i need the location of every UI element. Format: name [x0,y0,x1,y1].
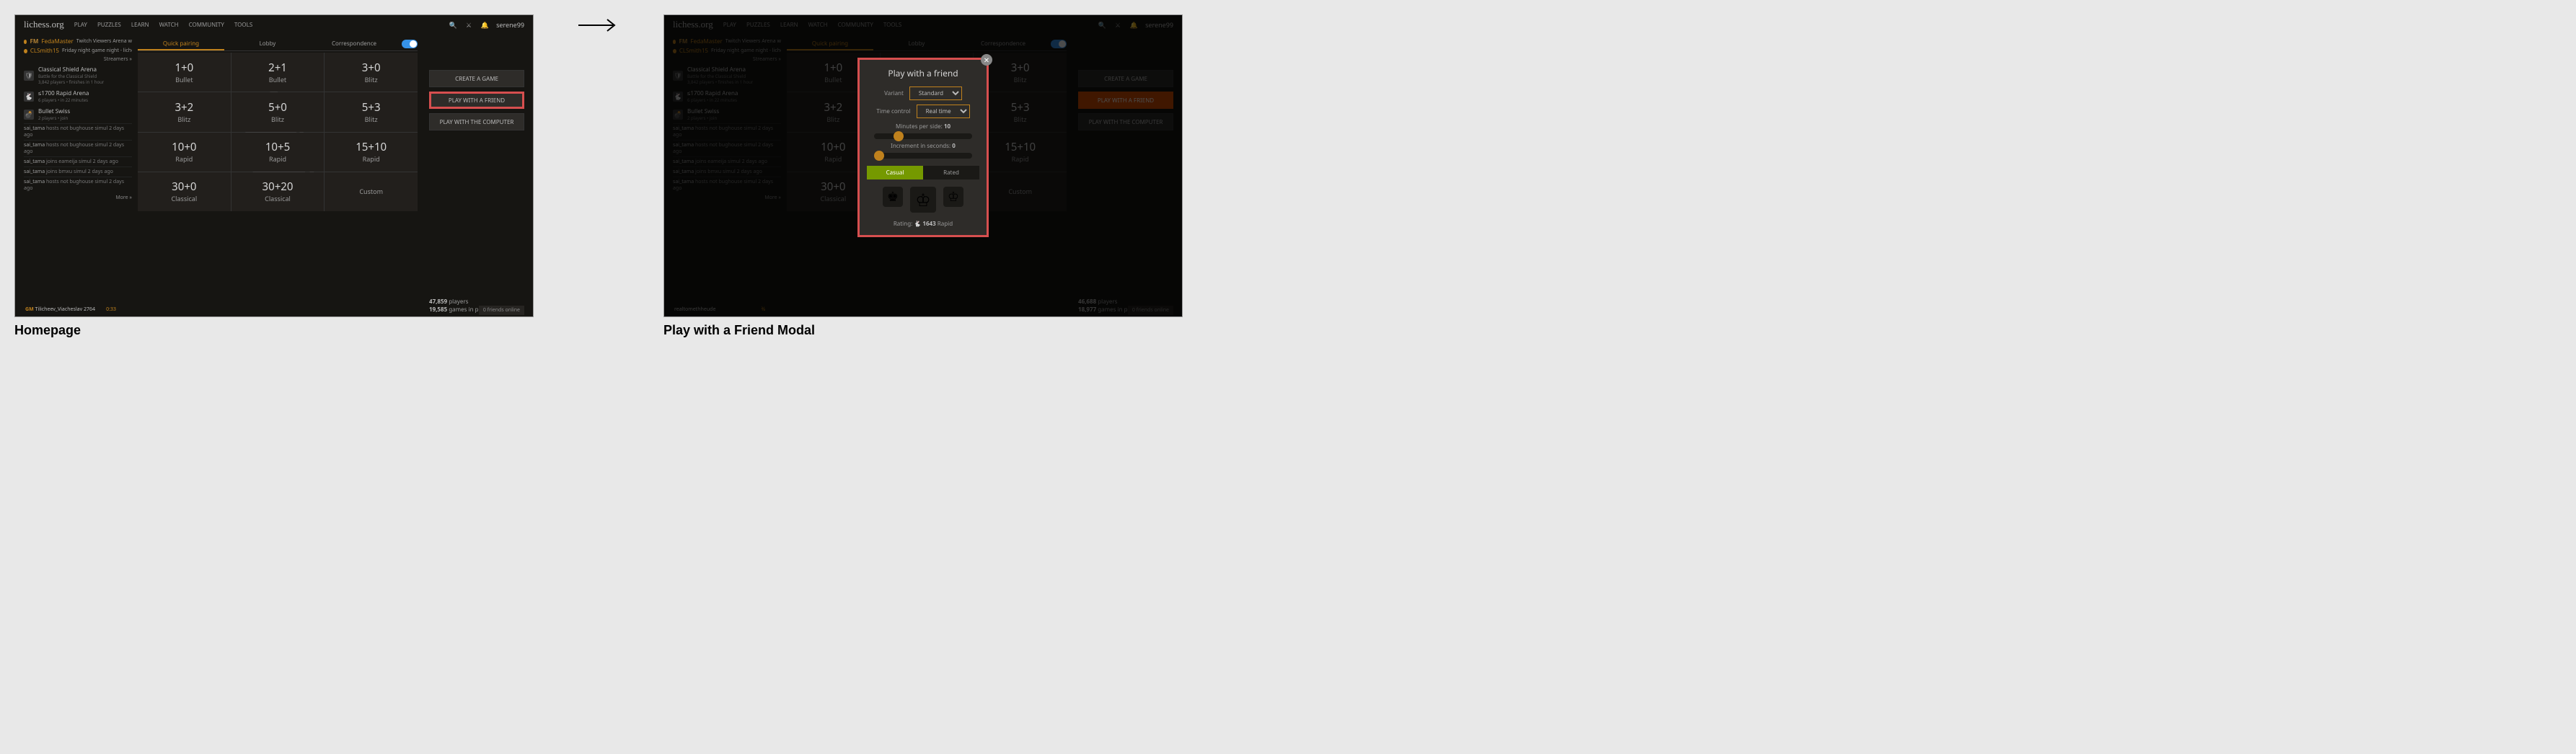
time-cell[interactable]: 30+20Classical [231,172,325,211]
time-cell[interactable]: 1+0Bullet [138,53,231,92]
modal-frame: lichess.org PLAY PUZZLES LEARN WATCH COM… [663,14,1183,317]
logo[interactable]: lichess.org [24,19,64,30]
pool-toggle[interactable] [402,40,418,48]
puzzle-board[interactable]: Puzzle of the day ♚♟♟♟ ♞♙ ♙♔ [431,316,524,317]
friends-widget[interactable]: 0 friends online [479,306,524,315]
time-cell[interactable]: 3+2Blitz [138,92,231,131]
tv-board[interactable]: GM Tilicheev_Viacheslav 27640:33 ♜♝♚ ♟♟♟… [24,316,118,317]
leaderboard-panel: 🏆 LeaderboardMore » GMArka50☗ 30737GMJep… [122,316,272,317]
homepage-frame: lichess.org PLAY PUZZLES LEARN WATCH COM… [14,14,534,317]
nav-puzzles[interactable]: PUZZLES [97,21,121,29]
increment-label: Increment in seconds: 0 [867,142,979,150]
right-column: CREATE A GAME PLAY WITH A FRIEND PLAY WI… [423,37,524,314]
nav-community[interactable]: COMMUNITY [189,21,224,29]
time-cell[interactable]: 10+5Rapid [231,133,325,172]
activity-item[interactable]: sai_tama hosts not bughouse simul 2 days… [24,177,132,193]
bell-icon[interactable]: 🔔 [480,20,489,29]
color-buttons: ♚ ♔ ♔ [867,187,979,213]
puzzle-board[interactable]: Puzzle of the day ♚♟ ♙♔ [1080,316,1173,317]
tab-correspondence[interactable]: Correspondence [311,37,397,50]
rabbit-icon: 🐇 [24,92,34,102]
shield-icon: 🛡 [24,71,34,81]
nav-watch[interactable]: WATCH [159,21,179,29]
center-column: Quick pairing Lobby Correspondence ♞1+0B… [132,37,423,314]
left-column: FM FedaMaster Twitch Viewers Arena with … [24,37,132,314]
streamer-item[interactable]: FM FedaMaster Twitch Viewers Arena with … [24,37,132,46]
casual-button[interactable]: Casual [867,166,923,179]
minutes-slider[interactable] [874,133,972,139]
winners-panel: 🏅 Tournament winnersMore » IMopperwezenY… [276,316,426,317]
time-grid: ♞1+0Bullet2+1Bullet3+0Blitz3+2Blitz5+0Bl… [138,53,418,211]
time-cell[interactable]: 5+3Blitz [325,92,418,131]
live-dot-icon [24,49,27,53]
tv-board[interactable]: realtomethheude¾ ♜♚ ♟♟ ♙♔ [673,316,767,317]
bomb-icon: 💣 [24,110,34,120]
caption-b: Play with a Friend Modal [663,323,1183,338]
nav-learn[interactable]: LEARN [131,21,149,29]
mode-buttons: Casual Rated [867,166,979,179]
time-cell[interactable]: 15+10Rapid [325,133,418,172]
bottom-row: GM Tilicheev_Viacheslav 27640:33 ♜♝♚ ♟♟♟… [15,316,533,317]
time-cell[interactable]: 3+0Blitz [325,53,418,92]
color-random-button[interactable]: ♔ [910,187,936,213]
streamer-item[interactable]: CLSmith15 Friday night game night - lich… [24,46,132,56]
activity-item[interactable]: sai_tama hosts not bughouse simul 2 days… [24,123,132,140]
time-cell[interactable]: 10+0Rapid [138,133,231,172]
timecontrol-label: Time control [876,107,910,115]
tab-quick-pairing[interactable]: Quick pairing [138,37,224,50]
time-cell[interactable]: 2+1Bullet [231,53,325,92]
activity-item[interactable]: sai_tama joins bmxu simul 2 days ago [24,167,132,177]
modal-rating: Rating: 🐇 1643 Rapid [867,220,979,228]
streamers-link[interactable]: Streamers » [24,56,132,63]
tourney-item[interactable]: 💣Bullet Swiss2 players • join [24,105,132,123]
caption-a: Homepage [14,323,534,338]
site-header: lichess.org PLAY PUZZLES LEARN WATCH COM… [15,15,533,34]
challenge-icon[interactable]: ⚔ [464,20,473,29]
close-icon[interactable]: ✕ [981,54,992,66]
bottom-row: realtomethheude¾ ♜♚ ♟♟ ♙♔ 🏆 LeaderboardM… [664,316,1182,317]
lobby-tabs: Quick pairing Lobby Correspondence [138,37,418,51]
play-computer-button[interactable]: PLAY WITH THE COMPUTER [429,113,524,130]
color-white-button[interactable]: ♔ [943,187,963,207]
color-black-button[interactable]: ♚ [883,187,903,207]
more-link[interactable]: More » [24,193,132,203]
tourney-item[interactable]: 🐇≤1700 Rapid Arena6 players • in 22 minu… [24,87,132,105]
time-cell[interactable]: Custom [325,172,418,211]
activity-item[interactable]: sai_tama joins eameija simul 2 days ago [24,156,132,167]
rated-button[interactable]: Rated [923,166,979,179]
time-cell[interactable]: 30+0Classical [138,172,231,211]
timecontrol-select[interactable]: Real time [917,105,970,118]
create-game-button[interactable]: CREATE A GAME [429,70,524,87]
nav-play[interactable]: PLAY [74,21,87,29]
nav-tools[interactable]: TOOLS [234,21,252,29]
activity-item[interactable]: sai_tama hosts not bughouse simul 2 days… [24,140,132,156]
time-cell[interactable]: 5+0Blitz [231,92,325,131]
variant-label: Variant [884,89,904,97]
variant-select[interactable]: Standard [909,87,962,100]
winners-panel: 🏅 Tournament winnersMore » IMopperwezenY… [925,316,1075,317]
play-friend-modal: ✕ Play with a friend VariantStandard Tim… [858,58,988,236]
leaderboard-panel: 🏆 LeaderboardMore » GMArka50☗ 30737GMJep… [771,316,921,317]
live-dot-icon [24,40,27,44]
modal-title: Play with a friend [867,67,979,79]
tourney-item[interactable]: 🛡Classical Shield ArenaBattle for the Cl… [24,63,132,87]
play-friend-button[interactable]: PLAY WITH A FRIEND [429,92,524,109]
username[interactable]: serene99 [496,20,524,30]
tab-lobby[interactable]: Lobby [224,37,311,50]
minutes-label: Minutes per side: 10 [867,123,979,130]
arrow-icon [563,14,635,36]
increment-slider[interactable] [874,153,972,159]
search-icon[interactable]: 🔍 [449,20,457,29]
